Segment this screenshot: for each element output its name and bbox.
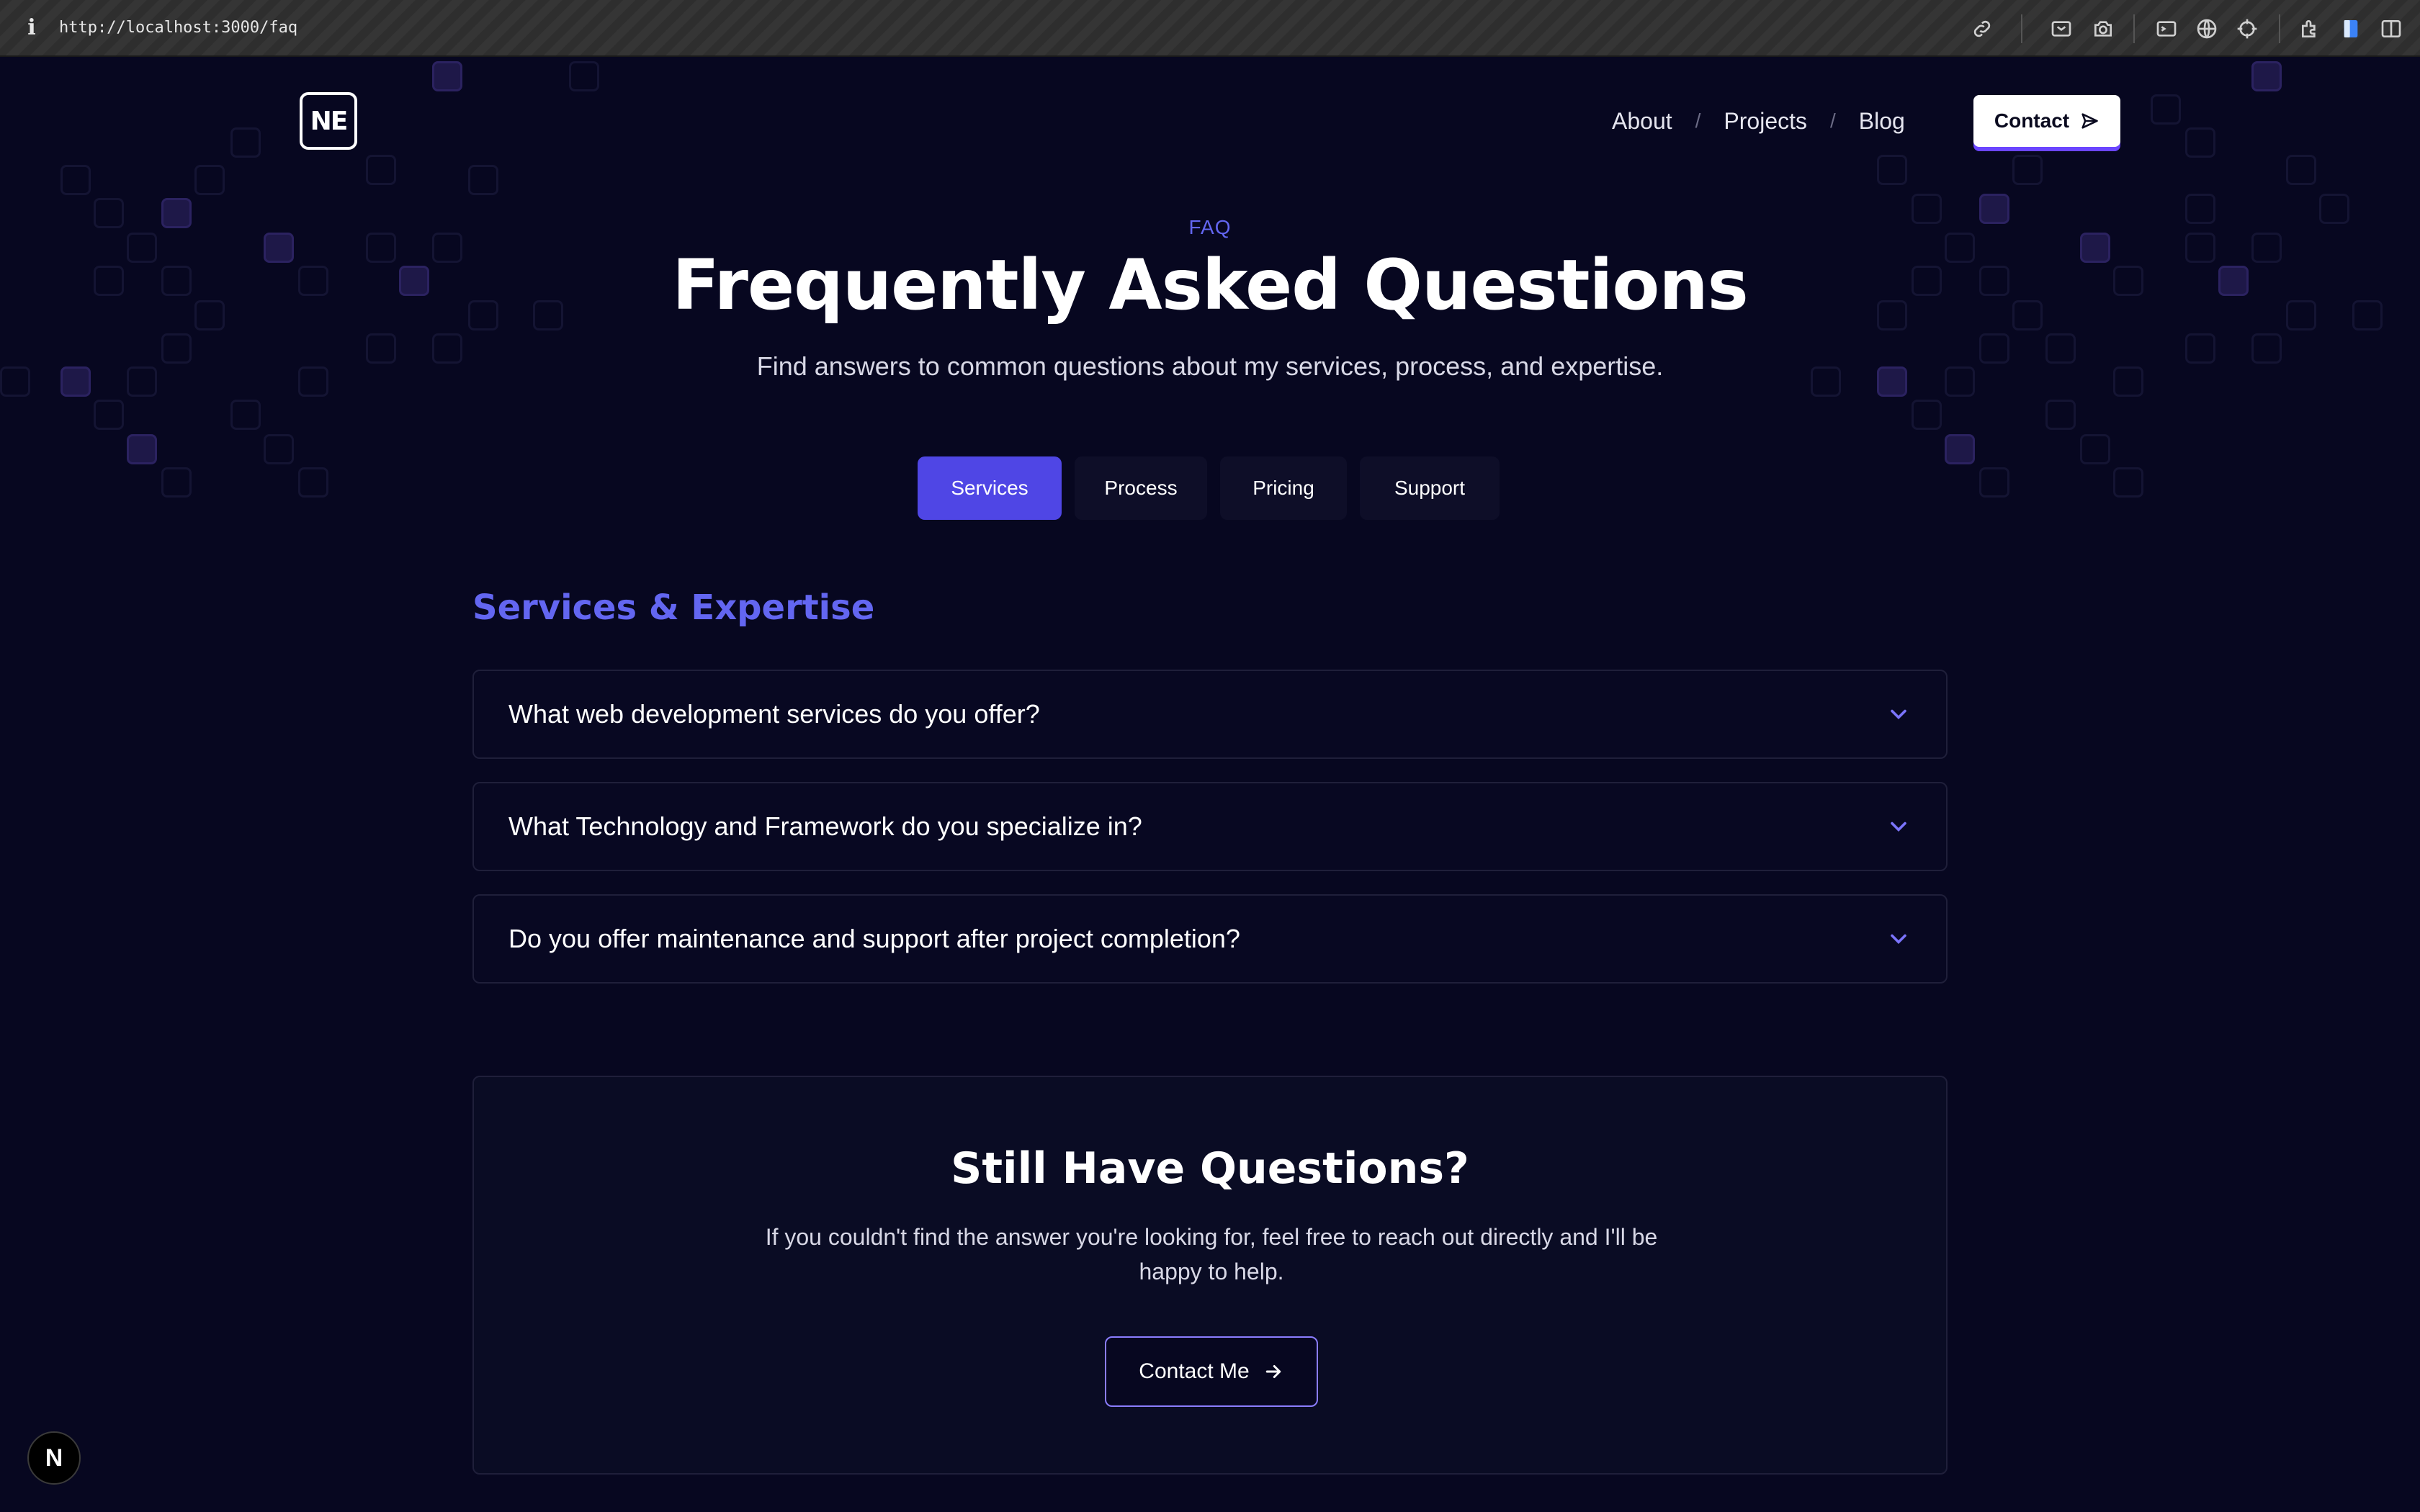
page-subtitle: Find answers to common questions about m… (756, 351, 1664, 381)
link-icon[interactable] (1971, 17, 1994, 40)
chevron-down-icon[interactable] (1886, 701, 1912, 727)
chevron-down-icon[interactable] (1886, 814, 1912, 840)
extension-icon[interactable] (2299, 17, 2322, 40)
reader-icon[interactable] (2050, 17, 2073, 40)
main-nav: About / Projects / Blog (1612, 101, 1905, 141)
info-icon[interactable]: i (24, 16, 39, 40)
globe-icon[interactable] (2195, 17, 2218, 40)
contact-button-label: Contact (1994, 109, 2070, 132)
contact-button[interactable]: Contact (1973, 95, 2120, 147)
faq-question: What Technology and Framework do you spe… (508, 811, 1142, 841)
browser-toolbar: i http://localhost:3000/faq (0, 0, 2420, 57)
arrow-right-icon (1265, 1365, 1281, 1378)
faq-item[interactable]: Do you offer maintenance and support aft… (472, 894, 1948, 984)
contact-me-label: Contact Me (1139, 1359, 1250, 1383)
terminal-icon[interactable] (2155, 17, 2178, 40)
nextjs-dev-badge[interactable]: N (27, 1431, 81, 1485)
faq-question: Do you offer maintenance and support aft… (508, 924, 1240, 953)
nav-link-about[interactable]: About (1612, 108, 1672, 135)
site-logo[interactable]: NE (300, 92, 357, 150)
sidebar-color-icon[interactable] (2339, 17, 2362, 40)
faq-item[interactable]: What web development services do you off… (472, 670, 1948, 759)
faq-category-tabs: Services Process Pricing Support (918, 456, 1500, 520)
faq-question: What web development services do you off… (508, 699, 1040, 729)
chevron-down-icon[interactable] (1886, 926, 1912, 952)
contact-cta-card: Still Have Questions? If you couldn't fi… (472, 1076, 1948, 1475)
page-eyebrow: FAQ (1188, 216, 1232, 238)
section-title: Services & Expertise (472, 588, 875, 628)
contact-me-button[interactable]: Contact Me (1105, 1336, 1318, 1407)
url-bar[interactable]: http://localhost:3000/faq (59, 16, 297, 40)
split-view-icon[interactable] (2380, 17, 2403, 40)
tab-support[interactable]: Support (1360, 456, 1500, 520)
tab-services[interactable]: Services (918, 456, 1062, 520)
camera-icon[interactable] (2092, 17, 2115, 40)
nav-separator: / (1830, 109, 1836, 132)
send-icon (2081, 113, 2098, 129)
faq-item[interactable]: What Technology and Framework do you spe… (472, 782, 1948, 871)
nav-separator: / (1695, 109, 1701, 132)
nav-link-blog[interactable]: Blog (1859, 108, 1905, 135)
page-title: Frequently Asked Questions (672, 245, 1749, 325)
tab-pricing[interactable]: Pricing (1220, 456, 1347, 520)
crosshair-icon[interactable] (2236, 17, 2259, 40)
tab-process[interactable]: Process (1075, 456, 1207, 520)
cta-title: Still Have Questions? (951, 1143, 1469, 1194)
cta-text: If you couldn't find the answer you're l… (765, 1224, 1658, 1284)
nav-link-projects[interactable]: Projects (1724, 108, 1807, 135)
